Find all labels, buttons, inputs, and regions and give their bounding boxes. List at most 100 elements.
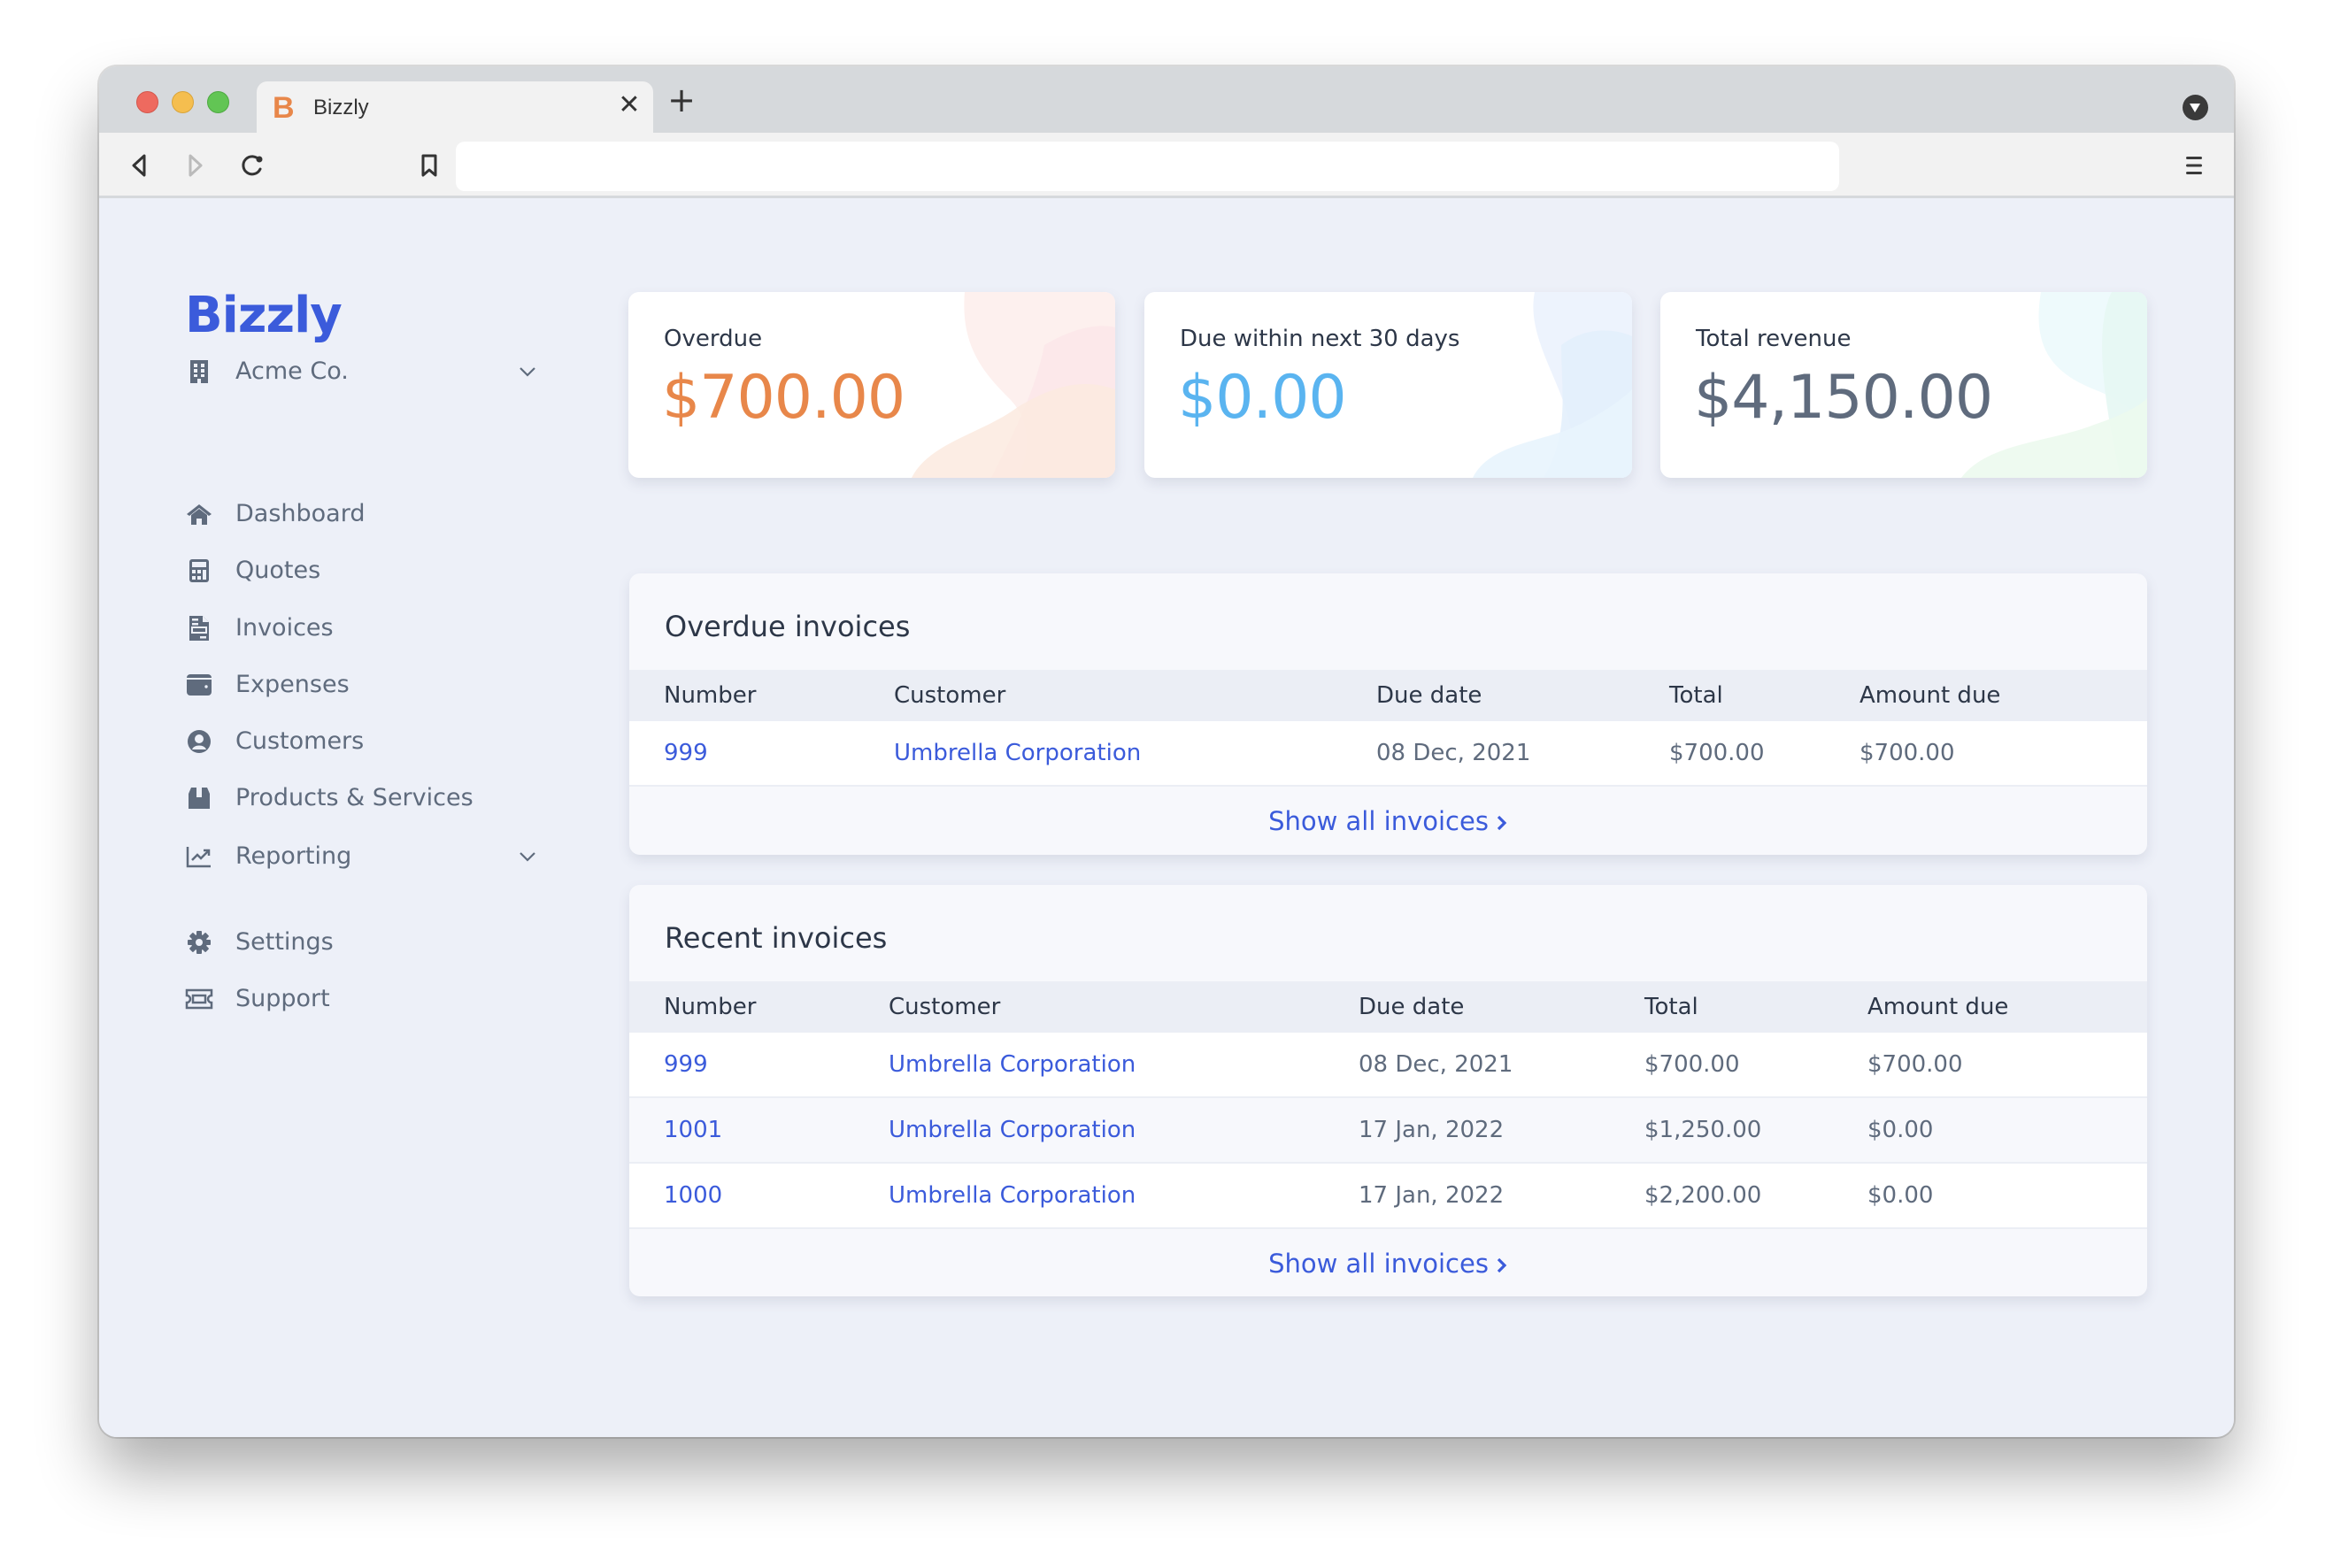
- table-header: Number Customer Due date Total Amount du…: [629, 670, 2147, 721]
- due-date: 08 Dec, 2021: [1376, 740, 1531, 766]
- sidebar-item-expenses[interactable]: Expenses: [184, 663, 538, 707]
- address-bar[interactable]: [456, 142, 1839, 191]
- browser-tab[interactable]: B Bizzly ✕: [257, 81, 653, 133]
- column-header-total: Total: [1669, 682, 1723, 709]
- overdue-invoices-panel: Overdue invoices Number Customer Due dat…: [629, 573, 2147, 855]
- invoice-number-link[interactable]: 999: [664, 1033, 708, 1096]
- gear-icon: [184, 927, 214, 957]
- home-icon: [184, 499, 214, 529]
- building-icon: [184, 357, 214, 387]
- hamburger-menu-icon: [2186, 157, 2202, 174]
- panel-title: Overdue invoices: [665, 610, 911, 643]
- stat-card-total-revenue: Total revenue $4,150.00: [1660, 292, 2147, 478]
- file-invoice-icon: [184, 613, 214, 643]
- company-name: Acme Co.: [235, 357, 349, 385]
- chevron-down-icon: [517, 361, 538, 382]
- card-decoration: [912, 292, 1115, 478]
- box-icon: [184, 783, 214, 813]
- invoice-number-link[interactable]: 1001: [664, 1098, 722, 1162]
- due-date: 17 Jan, 2022: [1359, 1182, 1505, 1209]
- table-row[interactable]: 1000 Umbrella Corporation 17 Jan, 2022 $…: [629, 1164, 2147, 1229]
- sidebar-item-support[interactable]: Support: [184, 977, 538, 1021]
- company-switcher[interactable]: Acme Co.: [184, 348, 538, 396]
- show-all-label: Show all invoices: [1268, 1249, 1489, 1279]
- total: $1,250.00: [1644, 1117, 1762, 1143]
- table-row[interactable]: 999 Umbrella Corporation 08 Dec, 2021 $7…: [629, 721, 2147, 787]
- close-window-button[interactable]: [136, 91, 158, 113]
- sidebar-item-settings[interactable]: Settings: [184, 920, 538, 965]
- total: $700.00: [1669, 740, 1765, 766]
- chevron-right-icon: [1497, 815, 1507, 831]
- column-header-amount-due: Amount due: [1859, 682, 2001, 709]
- column-header-number: Number: [664, 994, 757, 1020]
- panel-title: Recent invoices: [665, 921, 888, 955]
- back-button[interactable]: [124, 150, 154, 181]
- customer-link[interactable]: Umbrella Corporation: [894, 721, 1141, 785]
- stat-card-due-30-days: Due within next 30 days $0.00: [1144, 292, 1632, 478]
- stat-label: Total revenue: [1696, 326, 1852, 352]
- chart-line-icon: [184, 842, 214, 872]
- customer-link[interactable]: Umbrella Corporation: [889, 1033, 1136, 1096]
- favicon-icon: B: [273, 91, 295, 125]
- customer-link[interactable]: Umbrella Corporation: [889, 1098, 1136, 1162]
- chevron-down-icon[interactable]: [517, 846, 538, 867]
- tab-list-dropdown-icon[interactable]: [2183, 95, 2208, 120]
- tab-title: Bizzly: [313, 96, 369, 119]
- amount-due: $700.00: [1859, 740, 1955, 766]
- show-all-overdue-link[interactable]: Show all invoices: [629, 803, 2147, 839]
- bookmark-icon: [421, 154, 437, 177]
- recent-invoices-panel: Recent invoices Number Customer Due date…: [629, 885, 2147, 1296]
- column-header-due-date: Due date: [1359, 994, 1465, 1020]
- stat-value: $4,150.00: [1694, 363, 1993, 433]
- show-all-recent-link[interactable]: Show all invoices: [629, 1246, 2147, 1281]
- sidebar-item-reporting[interactable]: Reporting: [184, 834, 538, 879]
- invoice-number-link[interactable]: 1000: [664, 1164, 722, 1227]
- invoice-number-link[interactable]: 999: [664, 721, 708, 785]
- sidebar-item-invoices[interactable]: Invoices: [184, 606, 538, 650]
- sidebar-item-customers[interactable]: Customers: [184, 719, 538, 764]
- due-date: 17 Jan, 2022: [1359, 1117, 1505, 1143]
- reload-button[interactable]: [237, 150, 267, 181]
- table-row[interactable]: 999 Umbrella Corporation 08 Dec, 2021 $7…: [629, 1033, 2147, 1098]
- chevron-right-icon: [1497, 1257, 1507, 1273]
- show-all-label: Show all invoices: [1268, 806, 1489, 836]
- due-date: 08 Dec, 2021: [1359, 1051, 1513, 1078]
- customer-link[interactable]: Umbrella Corporation: [889, 1164, 1136, 1227]
- sidebar-item-quotes[interactable]: Quotes: [184, 549, 538, 593]
- sidebar-item-label: Customers: [235, 727, 365, 755]
- sidebar-item-label: Expenses: [235, 671, 350, 698]
- forward-button[interactable]: [181, 150, 211, 181]
- amount-due: $700.00: [1867, 1051, 1963, 1078]
- new-tab-button[interactable]: +: [666, 83, 697, 117]
- reload-icon: [242, 155, 263, 176]
- wallet-icon: [184, 670, 214, 700]
- sidebar-item-label: Invoices: [235, 614, 334, 642]
- table-header: Number Customer Due date Total Amount du…: [629, 981, 2147, 1033]
- sidebar-item-label: Products & Services: [235, 784, 474, 811]
- amount-due: $0.00: [1867, 1182, 1934, 1209]
- sidebar-item-products-services[interactable]: Products & Services: [184, 776, 538, 820]
- column-header-amount-due: Amount due: [1867, 994, 2009, 1020]
- column-header-number: Number: [664, 682, 757, 709]
- forward-arrow-icon: [189, 154, 203, 177]
- bookmark-button[interactable]: [414, 150, 444, 181]
- sidebar-item-label: Settings: [235, 928, 334, 956]
- browser-toolbar: [99, 133, 2234, 198]
- amount-due: $0.00: [1867, 1117, 1934, 1143]
- user-circle-icon: [184, 726, 214, 757]
- column-header-total: Total: [1644, 994, 1698, 1020]
- back-arrow-icon: [132, 154, 146, 177]
- table-row[interactable]: 1001 Umbrella Corporation 17 Jan, 2022 $…: [629, 1098, 2147, 1164]
- sidebar-item-dashboard[interactable]: Dashboard: [184, 492, 538, 536]
- close-tab-icon[interactable]: ✕: [616, 92, 643, 119]
- minimize-window-button[interactable]: [172, 91, 194, 113]
- app-logo[interactable]: Bizzly: [185, 288, 343, 344]
- tab-bar: B Bizzly ✕ +: [99, 66, 2234, 133]
- maximize-window-button[interactable]: [207, 91, 229, 113]
- browser-menu-button[interactable]: [2179, 152, 2209, 179]
- column-header-customer: Customer: [889, 994, 1001, 1020]
- ticket-icon: [184, 984, 214, 1014]
- stat-value: $700.00: [662, 363, 905, 433]
- stat-label: Due within next 30 days: [1180, 326, 1460, 352]
- sidebar-item-label: Support: [235, 985, 330, 1012]
